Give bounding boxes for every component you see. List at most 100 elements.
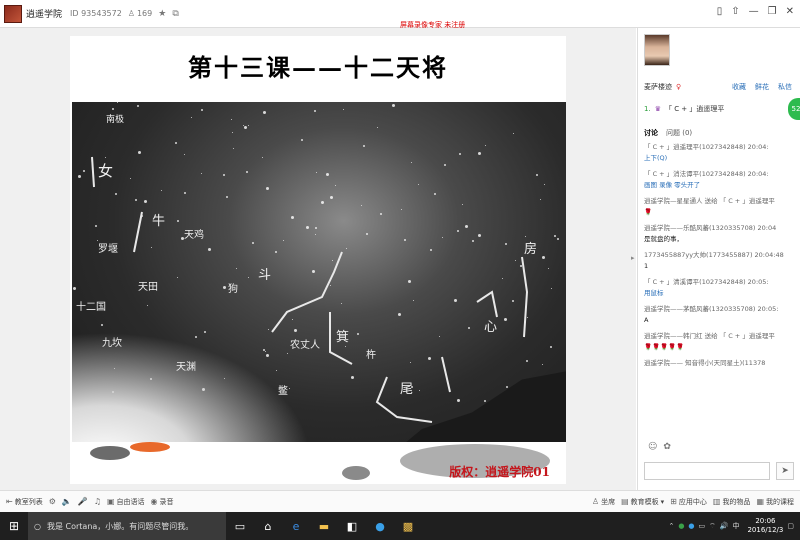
chat-sender[interactable]: 1773455887yy大帅(1773455887) 20:04:48 <box>644 250 796 261</box>
tab-question[interactable]: 问题 (0) <box>666 128 692 138</box>
microphone-icon: 🎤 <box>77 497 88 506</box>
chat-text: 画图 录像 零头开了 <box>644 181 701 189</box>
chat-sender[interactable]: 「 C + 」逍遥理平(1027342848) 20:04: <box>644 142 796 153</box>
label-tianji: 天鸡 <box>184 230 204 241</box>
line-wei2 <box>441 356 451 393</box>
message-button[interactable]: 私信 <box>778 82 792 92</box>
favorite-star-icon[interactable]: ★ <box>158 9 166 19</box>
windows-start-icon[interactable]: ⊞ <box>0 512 28 540</box>
store-icon[interactable]: ◧ <box>338 512 366 540</box>
room-logo[interactable] <box>4 4 22 23</box>
label-chu: 杵 <box>366 350 376 361</box>
gear-icon: ⚙ <box>48 497 56 506</box>
network-icon[interactable]: ⌔ <box>709 522 716 531</box>
chat-sender[interactable]: 逍遥学院——韩门红 送给 「 C + 」逍遥理平 <box>644 331 796 342</box>
chat-tools: ☺ ✿ <box>648 442 671 452</box>
mic-button[interactable]: 🎤 <box>78 497 88 506</box>
label-bie: 鳖 <box>278 386 288 397</box>
label-nanji: 南极 <box>106 115 125 125</box>
battery-icon[interactable]: ▭ <box>699 522 706 530</box>
skin-icon[interactable]: ⇧ <box>731 6 739 17</box>
talk-icon: ▣ <box>106 497 115 506</box>
task-view-icon[interactable]: ▭ <box>226 512 254 540</box>
gift-icon[interactable]: ✿ <box>663 442 671 452</box>
chat-sender[interactable]: 逍遥学院—星星通人 送给 「 C + 」逍遥理平 <box>644 196 796 207</box>
settings-button[interactable]: ⚙ <box>49 497 56 506</box>
seat-button[interactable]: ♙ 坐席 <box>592 497 615 507</box>
chat-message: 「 C + 」逍遥理平(1027342848) 20:04: 上下(Q) <box>644 142 796 164</box>
bottom-toolbar: ⇤ 教室列表 ⚙ 🔈 🎤 ♫ ▣ 自由语话 ◉ 录音 ♙ 坐席 ▤ 教育模板 ▾ ⊞ 应用中心… <box>0 490 800 512</box>
tab-discuss[interactable]: 讨论 <box>644 128 658 138</box>
chat-tabs: 讨论 问题 (0) <box>644 128 692 138</box>
label-tiantian: 天田 <box>138 282 158 293</box>
cortana-circle-icon: ○ <box>34 521 41 531</box>
slide-title: 第十三课——十二天将 <box>188 53 448 82</box>
file-explorer-icon[interactable]: ▬ <box>310 512 338 540</box>
cortana-search[interactable]: ○ 我是 Cortana，小娜。有问题尽管问我。 <box>28 512 226 540</box>
my-items-button[interactable]: ▥ 我的物品 <box>713 497 751 507</box>
tray-app-icon[interactable]: ● <box>678 522 684 530</box>
emoji-icon[interactable]: ☺ <box>648 442 657 452</box>
free-talk-label: 自由语话 <box>116 497 145 506</box>
apps-icon: ⊞ <box>670 497 677 506</box>
chat-sender[interactable]: 逍遥学院—— 知音得小(天同星土)(11378 <box>644 358 796 369</box>
chat-message: 逍遥学院——乐酷风蕃(1320335708) 20:04 是就盘的事， <box>644 223 796 245</box>
line-fang <box>521 256 529 338</box>
notification-icon[interactable]: ▢ <box>787 522 794 530</box>
browser-icon[interactable]: ● <box>366 512 394 540</box>
chat-sender[interactable]: 逍遥学院——乐酷风蕃(1320335708) 20:04 <box>644 223 796 234</box>
speaker-icon: 🔈 <box>61 497 72 506</box>
edge-browser-icon[interactable]: e <box>282 512 310 540</box>
music-icon: ♫ <box>93 497 101 506</box>
label-nv: 女 <box>98 162 114 180</box>
cortana-placeholder: 我是 Cortana，小娜。有问题尽管问我。 <box>46 521 194 531</box>
teaching-template-button[interactable]: ▤ 教育模板 ▾ <box>621 497 664 507</box>
restore-icon[interactable]: ❐ <box>768 6 777 17</box>
chat-log[interactable]: 「 C + 」逍遥理平(1027342848) 20:04: 上下(Q) 「 C +… <box>644 142 796 434</box>
tray-expand-icon[interactable]: ⌃ <box>668 522 674 530</box>
chat-input[interactable] <box>644 462 770 480</box>
chat-message: 逍遥学院——韩门红 送给 「 C + 」逍遥理平 🌹🌹🌹🌹🌹 <box>644 331 796 353</box>
chat-sender[interactable]: 逍遥学院——茅酷风蕃(1320335708) 20:05: <box>644 304 796 315</box>
my-items-label: 我的物品 <box>722 497 751 506</box>
send-button[interactable]: ➤ <box>776 462 794 480</box>
teacher-avatar[interactable] <box>644 34 670 66</box>
chat-sender[interactable]: 「 C + 」清溪谭平(1027342848) 20:05: <box>644 277 796 288</box>
chat-sender[interactable]: 「 C + 」消法谭平(1027342848) 20:04: <box>644 169 796 180</box>
home-icon[interactable]: ⌂ <box>254 512 282 540</box>
room-id: ID 93543572 <box>70 9 122 18</box>
speaker-button[interactable]: 🔈 <box>62 497 72 506</box>
chat-text: 🌹 <box>644 208 653 216</box>
share-icon[interactable]: ⧉ <box>172 9 178 19</box>
chat-message: 逍遥学院—星星通人 送给 「 C + 」逍遥理平 🌹 <box>644 196 796 218</box>
yy-app-icon[interactable]: ▩ <box>394 512 422 540</box>
teacher-name: 麦萨楼迹 <box>644 83 672 91</box>
free-talk-button[interactable]: ▣ 自由语话 <box>107 497 145 507</box>
music-button[interactable]: ♫ <box>94 497 101 506</box>
teacher-info: 麦萨楼迹 ♀ <box>644 82 681 92</box>
volume-icon[interactable]: 🔊 <box>720 522 729 530</box>
close-icon[interactable]: ✕ <box>786 6 794 17</box>
collapse-panel-arrow-icon[interactable]: ▸ <box>631 254 635 262</box>
line-nv <box>91 156 95 188</box>
my-courses-button[interactable]: ▦ 我的课程 <box>756 497 794 507</box>
input-language[interactable]: 中 <box>732 521 739 531</box>
online-badge[interactable]: 52 <box>788 98 800 120</box>
label-gou: 狗 <box>228 284 238 295</box>
minimize-icon[interactable]: — <box>749 6 759 17</box>
recording-button[interactable]: ◉ 录音 <box>151 497 174 507</box>
tray-app-icon[interactable]: ● <box>688 522 694 530</box>
class-list-button[interactable]: ⇤ 教室列表 <box>6 497 43 507</box>
chat-text: A <box>644 316 649 324</box>
clock[interactable]: 20:06 2016/12/3 <box>747 517 783 535</box>
assistant-item[interactable]: 1. ♛ 「 C + 」逍遥理平 <box>644 104 724 114</box>
app-center-button[interactable]: ⊞ 应用中心 <box>670 497 707 507</box>
star-map-image: 南极 女 牛 罗堰 天鸡 天田 狗 十二国 九坎 天渊 斗 农丈人 箕 杵 尾 … <box>72 102 566 442</box>
flower-button[interactable]: 鲜花 <box>755 82 769 92</box>
title-bar: 逍遥学院 ID 93543572 ♙ 169 ★ ⧉ 屏幕录像专家 未注册 ▯ ⇧… <box>0 0 800 29</box>
line-dou <box>271 251 343 333</box>
mobile-icon[interactable]: ▯ <box>717 6 723 17</box>
assistant-name: 「 C + 」逍遥理平 <box>664 105 725 113</box>
bag-icon: ▥ <box>712 497 721 506</box>
favorite-button[interactable]: 收藏 <box>732 82 746 92</box>
